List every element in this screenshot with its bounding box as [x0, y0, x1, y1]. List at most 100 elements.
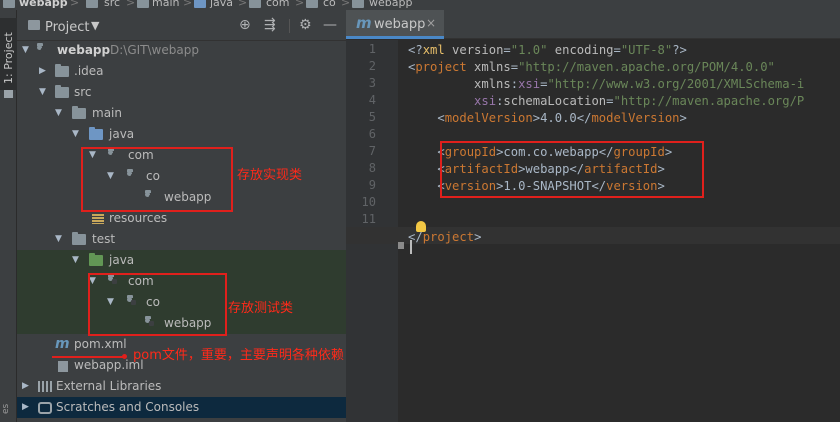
code-token: project [422, 230, 475, 244]
package-icon [306, 0, 318, 8]
chevron-right-icon[interactable]: ▶ [22, 397, 29, 418]
tool-window-strip: 1: Project es [0, 10, 17, 422]
bottom-tool-label[interactable]: es [1, 404, 11, 414]
code-token: project [415, 60, 475, 74]
tree-node-label: src [74, 85, 92, 99]
code-token: = [503, 43, 511, 57]
maven-icon: m [356, 14, 372, 32]
breadcrumb-item[interactable]: webapp [19, 0, 68, 9]
code-line[interactable]: <modelVersion>4.0.0</modelVersion> [408, 110, 687, 127]
tree-node-label: External Libraries [56, 379, 162, 393]
close-icon[interactable]: × [426, 16, 436, 30]
project-panel: Project ▼ ⊕ ⇶ ⚙ — ▼ webapp D:\GIT\webapp… [17, 10, 346, 422]
line-number: 5 [368, 110, 376, 124]
breadcrumb-separator: > [341, 0, 351, 9]
chevron-down-icon[interactable]: ▼ [39, 82, 46, 103]
hide-icon[interactable]: — [323, 18, 337, 32]
tree-node-idea[interactable]: ▶ .idea [17, 61, 346, 82]
tree-node-label: .idea [74, 64, 104, 78]
code-token: modelVersion [591, 111, 680, 125]
chevron-down-icon[interactable]: ▼ [72, 250, 79, 271]
tree-node-test[interactable]: ▼ test [17, 229, 346, 250]
tree-node-project-root[interactable]: ▼ webapp D:\GIT\webapp [17, 40, 346, 61]
folder-icon [28, 20, 40, 30]
tree-node-main-java[interactable]: ▼ java [17, 124, 346, 145]
annotation-main-note: 存放实现类 [237, 168, 303, 183]
library-icon [38, 381, 52, 392]
code-token: "1.0" [510, 43, 548, 57]
line-number: 3 [368, 76, 376, 90]
tree-node-test-java[interactable]: ▼ java [17, 250, 346, 271]
annotation-pom-note: pom文件，重要，主要声明各种依赖 [133, 348, 344, 363]
code-line[interactable]: <project xmlns="http://maven.apache.org/… [408, 59, 775, 76]
code-token: xml [422, 43, 453, 57]
breadcrumb-item[interactable]: src [104, 0, 120, 9]
breadcrumb-item[interactable]: main [152, 0, 179, 9]
tree-node-scratches[interactable]: ▶ Scratches and Consoles [17, 397, 346, 418]
tree-node-label: test [92, 232, 116, 246]
code-line[interactable]: xmlns:xsi="http://www.w3.org/2001/XMLSch… [408, 76, 804, 93]
tree-node-label: java [109, 253, 135, 267]
breadcrumb-item[interactable]: webapp [369, 0, 412, 9]
breadcrumb-separator: > [70, 0, 80, 9]
folder-icon [4, 90, 13, 98]
annotation-box-test [88, 273, 227, 336]
breadcrumb-separator: > [126, 0, 136, 9]
code-token: xmlns [474, 60, 511, 74]
project-tool-window-button[interactable]: 1: Project [0, 18, 17, 90]
code-token: <? [408, 43, 423, 57]
code-token: modelVersion [444, 111, 533, 125]
source-root-folder-icon [89, 127, 103, 140]
code-token: : [510, 77, 519, 91]
breadcrumb-item[interactable]: co [323, 0, 336, 9]
folder-icon [86, 0, 98, 8]
package-icon [352, 0, 364, 8]
code-line[interactable]: <?xml version="1.0" encoding="UTF-8"?> [408, 42, 687, 59]
locate-icon[interactable]: ⊕ [239, 18, 251, 32]
line-number: 7 [368, 144, 376, 158]
tree-node-label: pom.xml [74, 337, 127, 351]
tree-node-main[interactable]: ▼ main [17, 103, 346, 124]
breadcrumb-item[interactable]: com [266, 0, 290, 9]
breadcrumb-separator: > [183, 0, 193, 9]
project-view-title[interactable]: Project [45, 20, 89, 35]
gear-icon[interactable]: ⚙ [299, 18, 312, 32]
code-token: "UTF-8" [620, 43, 673, 57]
line-number: 8 [368, 161, 376, 175]
chevron-down-icon[interactable]: ▼ [55, 103, 62, 124]
code-token: xsi [474, 94, 497, 108]
code-token: >4.0.0</ [532, 111, 592, 125]
toolbar-divider [289, 19, 290, 33]
annotation-box-coordinates [440, 141, 704, 198]
collapse-all-icon[interactable]: ⇶ [264, 18, 276, 32]
chevron-right-icon[interactable]: ▶ [22, 376, 29, 397]
code-line[interactable]: xsi:schemaLocation="http://maven.apache.… [408, 93, 804, 110]
editor-tab-pom[interactable]: m webapp × [346, 10, 444, 39]
annotation-underline-pom [52, 356, 126, 358]
intention-bulb-icon[interactable] [416, 221, 426, 232]
line-number: 4 [368, 93, 376, 107]
source-folder-icon [194, 0, 206, 8]
tree-node-src[interactable]: ▼ src [17, 82, 346, 103]
chevron-down-icon[interactable]: ▼ [55, 229, 62, 250]
chevron-down-icon[interactable]: ▼ [22, 40, 29, 61]
annotation-box-main [81, 147, 233, 212]
chevron-down-icon[interactable]: ▼ [91, 19, 99, 32]
editor-pane: m webapp × 123456789101112 <?xml version… [346, 10, 840, 422]
tree-node-external-libraries[interactable]: ▶ External Libraries [17, 376, 346, 397]
chevron-right-icon[interactable]: ▶ [39, 61, 46, 82]
folder-icon [55, 85, 69, 98]
chevron-down-icon[interactable]: ▼ [72, 124, 79, 145]
code-token: version [452, 43, 504, 57]
code-token: "http://www.w3.org/2001/XMLSchema-i [547, 77, 805, 91]
test-root-folder-icon [89, 253, 103, 266]
breadcrumb-item[interactable]: java [210, 0, 233, 9]
tree-node-label: webapp [57, 43, 111, 57]
breadcrumb-separator: > [295, 0, 305, 9]
folder-icon [72, 232, 86, 245]
fold-marker-icon[interactable] [398, 242, 404, 249]
line-number: 10 [361, 195, 376, 209]
